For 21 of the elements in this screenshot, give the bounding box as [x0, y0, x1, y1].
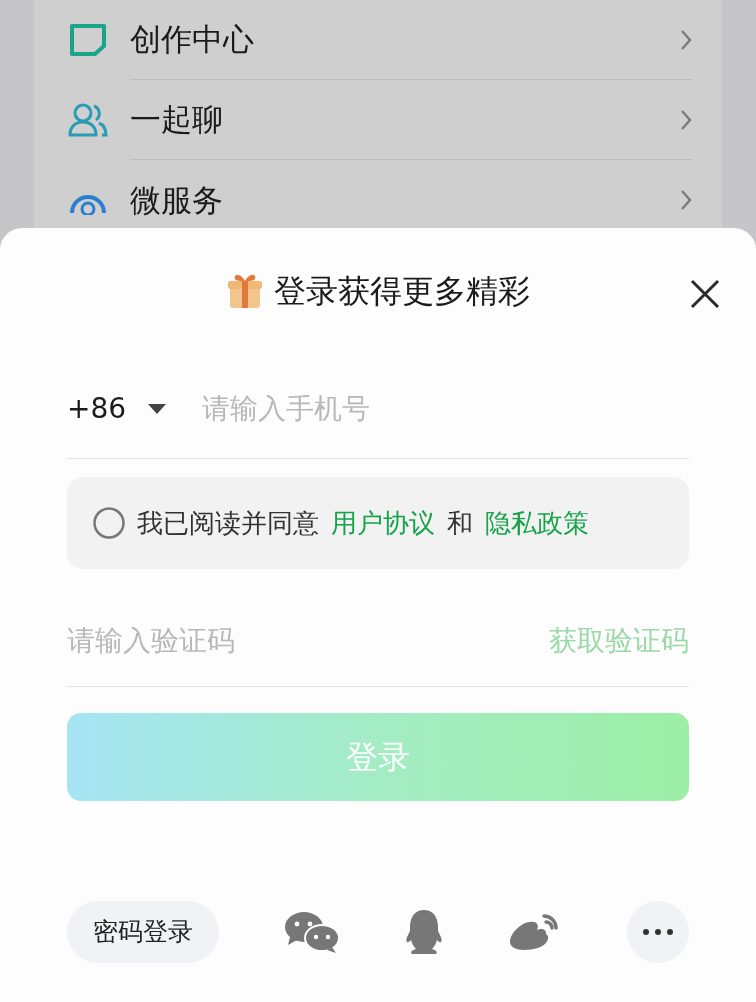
- chevron-right-icon: [680, 28, 692, 51]
- code-input-field[interactable]: 请输入验证码: [67, 619, 549, 662]
- gift-icon: [226, 272, 264, 310]
- caret-icon: [148, 404, 167, 414]
- password-login-button[interactable]: 密码登录: [67, 901, 219, 963]
- menu-item-label[interactable]: 创作中心: [130, 16, 680, 63]
- sheet-title: 登录获得更多精彩: [274, 271, 530, 312]
- chevron-right-icon: [680, 189, 692, 211]
- menu-item-label[interactable]: 一起聊: [130, 96, 680, 143]
- agreement-text: 我已阅读并同意: [137, 506, 319, 540]
- penguin-icon[interactable]: [405, 909, 443, 955]
- more-icon: [643, 929, 673, 935]
- conjunction-text: 和: [447, 506, 473, 540]
- country-code-dropdown[interactable]: +86: [67, 388, 167, 430]
- phone-input-field[interactable]: 请输入手机号: [202, 388, 689, 430]
- chevron-right-icon: [680, 108, 692, 131]
- close-icon: [690, 279, 720, 309]
- wechat-icon[interactable]: [284, 911, 340, 953]
- radio-button[interactable]: [93, 507, 125, 539]
- menu-item-label[interactable]: 微服务: [130, 176, 680, 224]
- people-icon: [68, 102, 108, 138]
